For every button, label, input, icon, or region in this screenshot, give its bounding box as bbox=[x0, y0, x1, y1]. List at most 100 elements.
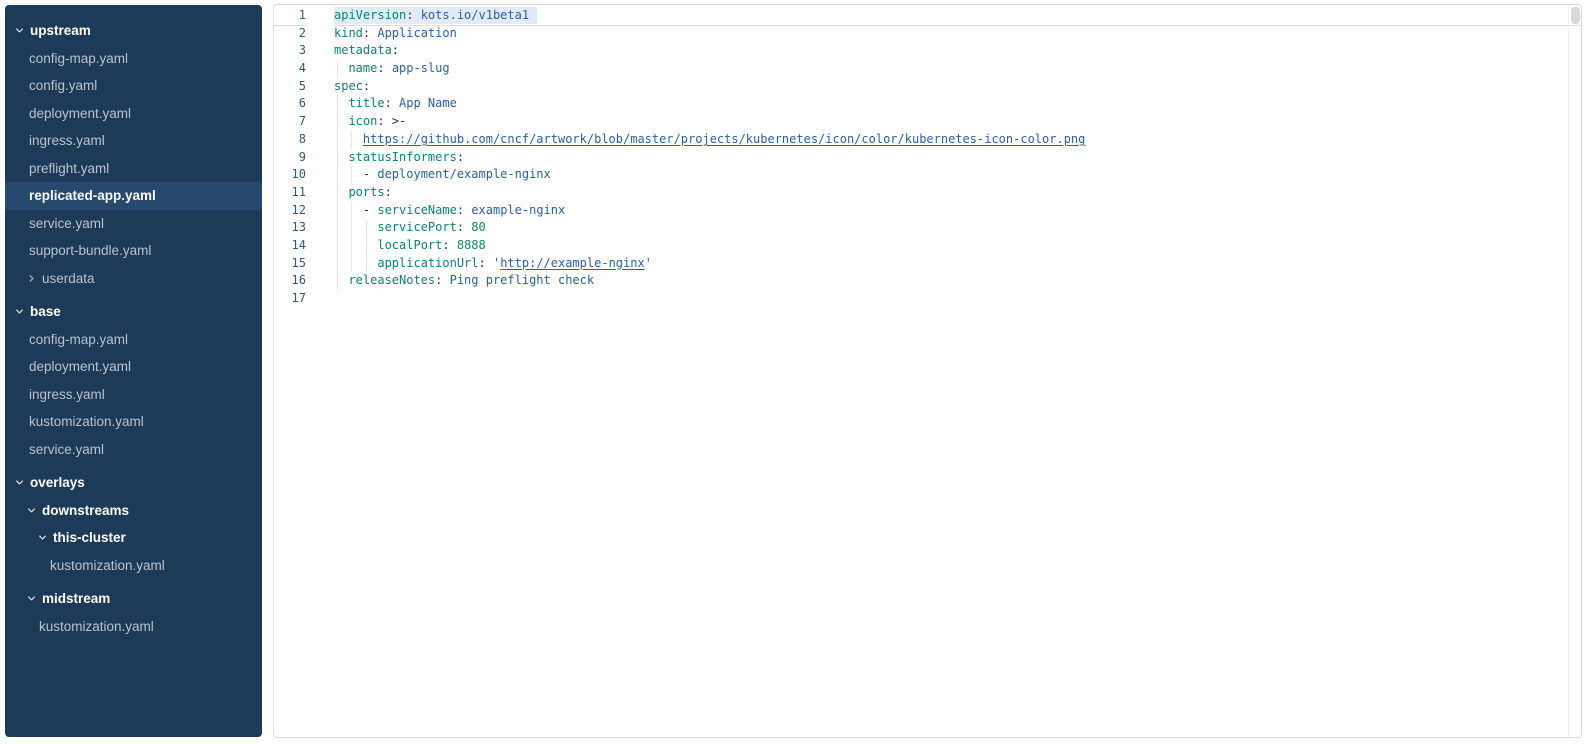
line-number: 12 bbox=[274, 202, 306, 220]
line-content: - serviceName: example-nginx bbox=[334, 203, 565, 217]
code-token: 8888 bbox=[457, 238, 486, 252]
code-line[interactable]: kind: Application bbox=[334, 25, 1581, 43]
code-token: app-slug bbox=[392, 61, 450, 75]
url-link[interactable]: http://example-nginx bbox=[500, 256, 645, 270]
tree-item-label: service.yaml bbox=[29, 216, 104, 231]
line-number: 11 bbox=[274, 184, 306, 202]
tree-item-label: config-map.yaml bbox=[29, 332, 128, 347]
code-token: : bbox=[385, 185, 392, 199]
tree-item-label: replicated-app.yaml bbox=[29, 188, 156, 203]
tree-item-base[interactable]: base bbox=[5, 298, 262, 326]
line-number: 2 bbox=[274, 25, 306, 43]
line-number: 9 bbox=[274, 149, 306, 167]
line-content: name: app-slug bbox=[334, 61, 450, 75]
tree-item-label: midstream bbox=[42, 591, 110, 606]
code-token: : bbox=[406, 8, 420, 22]
code-token: : bbox=[457, 220, 471, 234]
code-token: kots.io/v1beta1 bbox=[421, 8, 529, 22]
chevron-down-icon bbox=[15, 307, 24, 316]
tree-item-upstream[interactable]: upstream bbox=[5, 17, 262, 45]
code-line[interactable]: title: App Name bbox=[334, 95, 1581, 113]
code-line[interactable]: name: app-slug bbox=[334, 60, 1581, 78]
chevron-down-icon bbox=[27, 594, 36, 603]
tree-item-service-yaml[interactable]: service.yaml bbox=[5, 210, 262, 238]
line-number: 4 bbox=[274, 60, 306, 78]
tree-item-service-yaml[interactable]: service.yaml bbox=[5, 436, 262, 464]
code-token: : bbox=[457, 203, 471, 217]
tree-item-ingress-yaml[interactable]: ingress.yaml bbox=[5, 127, 262, 155]
code-line[interactable]: localPort: 8888 bbox=[334, 237, 1581, 255]
tree-item-label: deployment.yaml bbox=[29, 359, 131, 374]
tree-item-label: overlays bbox=[30, 475, 85, 490]
tree-item-deployment-yaml[interactable]: deployment.yaml bbox=[5, 100, 262, 128]
kots-file-tree-page: upstreamconfig-map.yamlconfig.yamldeploy… bbox=[0, 0, 1590, 746]
chevron-down-icon bbox=[15, 478, 24, 487]
tree-item-label: service.yaml bbox=[29, 442, 104, 457]
tree-item-label: base bbox=[30, 304, 61, 319]
code-line[interactable]: applicationUrl: 'http://example-nginx' bbox=[334, 255, 1581, 273]
tree-item-ingress-yaml[interactable]: ingress.yaml bbox=[5, 381, 262, 409]
line-content: applicationUrl: 'http://example-nginx' bbox=[334, 256, 652, 270]
code-line[interactable]: icon: >- bbox=[334, 113, 1581, 131]
code-area[interactable]: apiVersion: kots.io/v1beta1kind: Applica… bbox=[322, 7, 1581, 737]
tree-item-config-map-yaml[interactable]: config-map.yaml bbox=[5, 45, 262, 73]
code-token: servicePort bbox=[377, 220, 456, 234]
tree-item-label: kustomization.yaml bbox=[50, 558, 165, 573]
tree-item-kustomization-yaml[interactable]: kustomization.yaml bbox=[5, 613, 262, 641]
code-line[interactable]: spec: bbox=[334, 78, 1581, 96]
line-content: statusInformers: bbox=[334, 150, 464, 164]
code-token: title bbox=[348, 96, 384, 110]
tree-item-midstream[interactable]: midstream bbox=[5, 585, 262, 613]
editor-panel: 1234567891011121314151617 apiVersion: ko… bbox=[273, 4, 1582, 738]
code-token: : bbox=[392, 43, 399, 57]
tree-item-label: support-bundle.yaml bbox=[29, 243, 151, 258]
code-token: serviceName bbox=[377, 203, 456, 217]
line-content: spec: bbox=[334, 79, 370, 93]
tree-item-label: this-cluster bbox=[53, 530, 126, 545]
tree-item-support-bundle-yaml[interactable]: support-bundle.yaml bbox=[5, 237, 262, 265]
tree-item-replicated-app-yaml[interactable]: replicated-app.yaml bbox=[5, 182, 262, 210]
line-content: servicePort: 80 bbox=[334, 220, 486, 234]
line-content: ports: bbox=[334, 185, 392, 199]
scrollbar-track[interactable] bbox=[1568, 5, 1581, 737]
code-editor[interactable]: 1234567891011121314151617 apiVersion: ko… bbox=[274, 5, 1581, 737]
code-token: Application bbox=[377, 26, 456, 40]
tree-item-kustomization-yaml[interactable]: kustomization.yaml bbox=[5, 408, 262, 436]
code-line[interactable]: https://github.com/cncf/artwork/blob/mas… bbox=[334, 131, 1581, 149]
tree-item-label: deployment.yaml bbox=[29, 106, 131, 121]
line-content: https://github.com/cncf/artwork/blob/mas… bbox=[334, 132, 1085, 146]
code-token: : bbox=[435, 273, 449, 287]
code-line[interactable]: apiVersion: kots.io/v1beta1 bbox=[334, 7, 1581, 25]
code-token: App Name bbox=[399, 96, 457, 110]
tree-item-label: ingress.yaml bbox=[29, 133, 105, 148]
tree-item-overlays[interactable]: overlays bbox=[5, 469, 262, 497]
code-token: apiVersion bbox=[334, 8, 406, 22]
code-token: icon bbox=[348, 114, 377, 128]
code-token: 80 bbox=[471, 220, 485, 234]
tree-item-this-cluster[interactable]: this-cluster bbox=[5, 524, 262, 552]
code-line[interactable]: metadata: bbox=[334, 42, 1581, 60]
line-content: - deployment/example-nginx bbox=[334, 167, 551, 181]
code-line[interactable]: statusInformers: bbox=[334, 149, 1581, 167]
line-number: 3 bbox=[274, 42, 306, 60]
tree-item-preflight-yaml[interactable]: preflight.yaml bbox=[5, 155, 262, 183]
tree-item-label: userdata bbox=[42, 271, 95, 286]
code-line[interactable]: - serviceName: example-nginx bbox=[334, 202, 1581, 220]
code-line[interactable]: servicePort: 80 bbox=[334, 219, 1581, 237]
tree-item-config-yaml[interactable]: config.yaml bbox=[5, 72, 262, 100]
code-line[interactable] bbox=[334, 290, 1581, 308]
code-token: - bbox=[363, 167, 377, 181]
code-line[interactable]: releaseNotes: Ping preflight check bbox=[334, 272, 1581, 290]
tree-item-config-map-yaml[interactable]: config-map.yaml bbox=[5, 326, 262, 354]
tree-item-deployment-yaml[interactable]: deployment.yaml bbox=[5, 353, 262, 381]
tree-item-downstreams[interactable]: downstreams bbox=[5, 497, 262, 525]
scrollbar-thumb[interactable] bbox=[1571, 7, 1580, 24]
code-line[interactable]: ports: bbox=[334, 184, 1581, 202]
tree-item-label: downstreams bbox=[42, 503, 129, 518]
line-number: 10 bbox=[274, 166, 306, 184]
line-content: icon: >- bbox=[334, 114, 406, 128]
url-link[interactable]: https://github.com/cncf/artwork/blob/mas… bbox=[363, 132, 1085, 146]
tree-item-kustomization-yaml[interactable]: kustomization.yaml bbox=[5, 552, 262, 580]
tree-item-userdata[interactable]: userdata bbox=[5, 265, 262, 293]
code-line[interactable]: - deployment/example-nginx bbox=[334, 166, 1581, 184]
